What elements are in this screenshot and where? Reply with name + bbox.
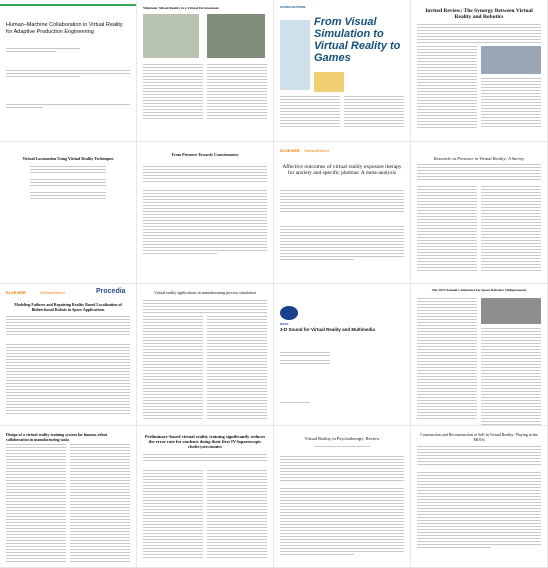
two-column-text — [143, 316, 267, 421]
paper-page: Wikitude: Mixed Reality in a Virtual Env… — [137, 0, 273, 141]
paper-page: Research on Presence in Virtual Reality:… — [411, 142, 547, 283]
paper-page: Invited Review: The Synergy Between Virt… — [411, 0, 547, 141]
paper-page: Construction and Reconstruction of Self … — [411, 426, 547, 567]
publisher-logo: ELSEVIER — [280, 148, 300, 153]
abstract-block — [143, 300, 267, 315]
author-block — [6, 48, 130, 54]
figure-photo — [207, 14, 265, 58]
paper-page: Virtual Reality in Psychotherapy: Review — [274, 426, 410, 567]
paper-page: ELSEVIER ScienceDirect Affective outcome… — [274, 142, 410, 283]
document-collage: Human–Machine Collaboration in Virtual R… — [0, 0, 548, 568]
abstract-block — [6, 316, 130, 337]
paper-title: Wikitude: Mixed Reality in a Virtual Env… — [143, 6, 219, 10]
two-column-text — [417, 298, 541, 425]
author-block — [143, 454, 267, 463]
header-rule — [0, 4, 136, 6]
paper-title: Design of a virtual reality training sys… — [6, 432, 108, 442]
pull-quote — [314, 72, 344, 92]
two-column-text — [143, 470, 267, 560]
two-column-text — [417, 186, 541, 273]
two-column-text — [143, 64, 267, 121]
paper-page: Virtual Locomotion Using Virtual Reality… — [0, 142, 136, 283]
paper-title: 3-D Sound for Virtual Reality and Multim… — [280, 327, 375, 332]
journal-name: Procedia — [96, 288, 126, 295]
paper-title: Virtual reality applications in manufact… — [154, 290, 256, 295]
paper-page: ELSEVIER ScienceDirect Procedia Modeling… — [0, 284, 136, 425]
figure-photo — [143, 14, 199, 58]
paper-title: From Visual Simulation to Virtual Realit… — [314, 16, 401, 64]
abstract-block — [280, 456, 404, 483]
paper-page: Virtual reality applications in manufact… — [137, 284, 273, 425]
abstract-block — [417, 24, 541, 45]
author-block — [280, 352, 330, 366]
report-cover: NASA 3-D Sound for Virtual Reality and M… — [274, 284, 410, 425]
paper-title: Research on Presence in Virtual Reality:… — [433, 156, 525, 161]
abstract-block — [417, 164, 541, 182]
paper-title: Affective outcomes of virtual reality ex… — [282, 164, 402, 176]
body-text — [6, 70, 130, 79]
date-line — [280, 402, 310, 405]
paper-page: Design of a virtual reality training sys… — [0, 426, 136, 567]
two-column-text — [280, 96, 404, 129]
paper-title: Virtual Locomotion Using Virtual Reality… — [22, 156, 114, 161]
two-column-text — [6, 444, 130, 564]
paper-title: The 2014 Annual Conference for Space Rob… — [431, 288, 527, 292]
paper-title: Preliminary-based virtual reality traini… — [144, 434, 266, 449]
figure-panel — [280, 20, 310, 90]
section-label: COVER FEATURE — [280, 5, 306, 9]
paper-page: The 2014 Annual Conference for Space Rob… — [411, 284, 547, 425]
paper-title: Construction and Reconstruction of Self … — [420, 432, 538, 442]
abstract-block — [143, 166, 267, 184]
paper-page: Human–Machine Collaboration in Virtual R… — [0, 0, 136, 141]
body-text — [280, 226, 404, 262]
two-column-text — [417, 46, 541, 130]
publisher-logo: ELSEVIER — [6, 290, 26, 295]
magazine-page: COVER FEATURE From Visual Simulation to … — [274, 0, 410, 141]
author-block — [314, 446, 370, 449]
body-text — [280, 488, 404, 557]
paper-title: Virtual Reality in Psychotherapy: Review — [304, 436, 380, 441]
paper-title: Modeling Failures and Repairing Reality … — [14, 302, 122, 312]
paper-title: Invited Review: The Synergy Between Virt… — [425, 8, 533, 20]
paper-page: Preliminary-based virtual reality traini… — [137, 426, 273, 567]
abstract-block — [280, 190, 404, 214]
paper-title: Human–Machine Collaboration in Virtual R… — [6, 22, 123, 35]
paper-page: From Presence Towards Consciousness — [137, 142, 273, 283]
publisher-name: ScienceDirect — [304, 148, 329, 153]
abstract-block — [417, 446, 541, 467]
body-text — [6, 344, 130, 416]
publisher-name: ScienceDirect — [40, 290, 65, 295]
body-text — [143, 190, 267, 256]
paper-title: From Presence Towards Consciousness — [171, 152, 239, 157]
author-block — [30, 166, 106, 201]
nasa-logo — [280, 306, 298, 320]
footer-text — [6, 104, 130, 110]
body-text — [417, 472, 541, 550]
